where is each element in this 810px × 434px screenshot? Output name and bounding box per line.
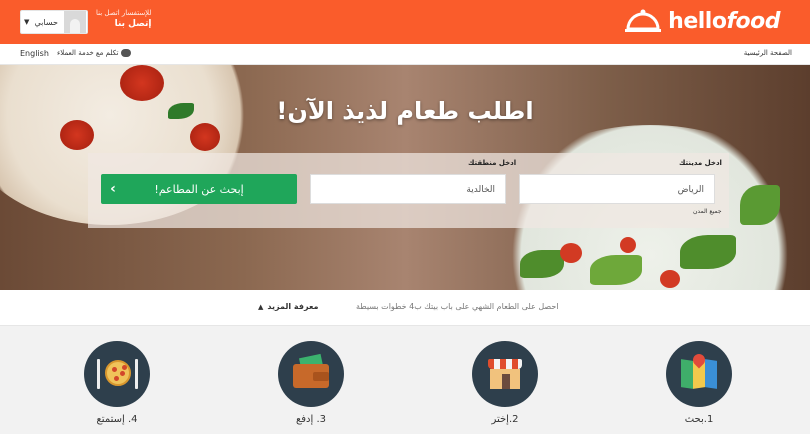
area-label: ادخل منطقتك [468, 159, 517, 167]
search-restaurants-button[interactable]: إبحث عن المطاعم! › [101, 174, 297, 204]
pizza-plate-icon [84, 341, 150, 407]
home-link[interactable]: الصفحة الرئيسية [744, 49, 792, 57]
search-button-label: إبحث عن المطاعم! [154, 182, 244, 196]
avatar [64, 11, 86, 33]
contact-us-link[interactable]: إتصل بنا [96, 19, 152, 29]
info-strip: احصل على الطعام الشهي على باب بيتك ب4 خط… [0, 290, 810, 326]
account-label: حسابي [34, 17, 58, 27]
step-label: 1.بحث [684, 414, 714, 425]
hero-title: اطلب طعام لذيذ الآن! [276, 97, 534, 125]
city-input[interactable]: الرياض [519, 174, 715, 204]
chevron-down-icon: ▼ [24, 18, 30, 26]
steps-section: 1.بحث 2.إختر 3. إدفع 4. إستمتع [0, 327, 810, 434]
language-switch[interactable]: English [20, 49, 49, 58]
step-choose: 2.إختر [465, 341, 545, 425]
step-label: 4. إستمتع [96, 414, 138, 425]
customer-support-label: تكلم مع خدمة العملاء [57, 49, 119, 57]
contact-block[interactable]: للإستفسار اتصل بنا إتصل بنا [96, 9, 152, 29]
steps-description: احصل على الطعام الشهي على باب بيتك ب4 خط… [356, 302, 559, 311]
wallet-icon [278, 341, 344, 407]
step-label: 2.إختر [491, 414, 519, 425]
learn-more-link[interactable]: معرفة المزيد ▲ [258, 302, 318, 311]
sub-navigation: الصفحة الرئيسية English تكلم مع خدمة الع… [0, 44, 810, 65]
step-pay: 3. إدفع [271, 341, 351, 425]
step-label: 3. إدفع [295, 414, 327, 425]
map-icon [666, 341, 732, 407]
customer-support-link[interactable]: تكلم مع خدمة العملاء [57, 49, 132, 57]
chat-bubble-icon [121, 49, 132, 57]
store-icon [472, 341, 538, 407]
search-panel: ادخل مدينتك الرياض ادخل منطقتك الخالدية … [88, 153, 729, 228]
city-label: ادخل مدينتك [679, 159, 722, 167]
triangle-up-icon: ▲ [258, 302, 264, 311]
account-dropdown[interactable]: حسابي ▼ [20, 10, 88, 34]
step-enjoy: 4. إستمتع [77, 341, 157, 425]
chevron-right-icon: › [110, 181, 116, 197]
cloche-icon [625, 9, 662, 32]
brand-logo[interactable]: hellofood [624, 6, 780, 36]
learn-more-label: معرفة المزيد [267, 302, 319, 311]
top-header: hellofood حسابي ▼ للإستفسار اتصل بنا إتص… [0, 0, 810, 44]
all-cities-link[interactable]: جميع المدن [693, 208, 722, 215]
area-input[interactable]: الخالدية [310, 174, 506, 204]
contact-subtitle: للإستفسار اتصل بنا [96, 9, 152, 17]
step-search: 1.بحث [659, 341, 739, 425]
brand-name: hellofood [668, 8, 780, 34]
